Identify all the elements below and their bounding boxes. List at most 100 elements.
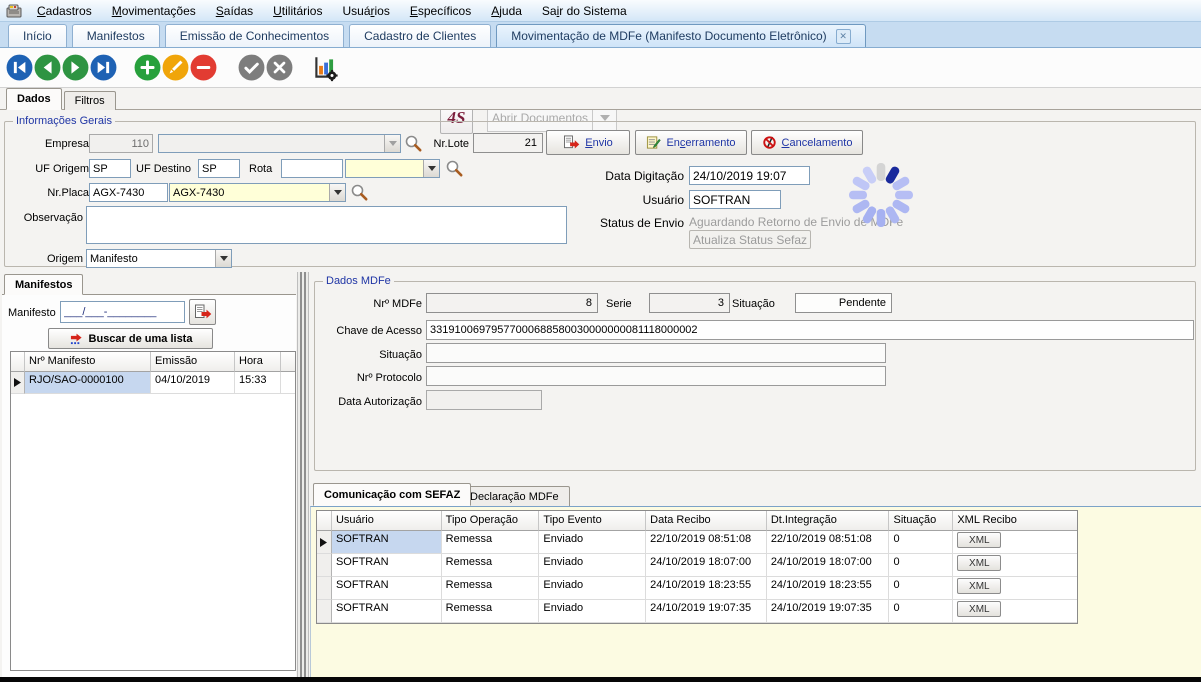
data-digitacao-field[interactable] (689, 166, 810, 185)
cell-tipo-operacao[interactable]: Remessa (442, 577, 540, 600)
first-record-button[interactable] (6, 54, 33, 81)
nr-placa-search-icon[interactable] (350, 183, 369, 202)
cell-nr-manifesto[interactable]: RJO/SAO-0000100 (25, 372, 151, 394)
menu-cadastros[interactable]: Cadastros (27, 0, 102, 21)
menu-especificos[interactable]: Específicos (400, 0, 481, 21)
add-button[interactable] (134, 54, 161, 81)
col-tipo-evento[interactable]: Tipo Evento (539, 511, 646, 531)
cell-tipo-evento[interactable]: Enviado (539, 577, 646, 600)
usuario-field[interactable] (689, 190, 781, 209)
cell-data-recibo[interactable]: 24/10/2019 18:23:55 (646, 577, 767, 600)
table-row[interactable]: SOFTRAN Remessa Enviado 22/10/2019 08:51… (317, 531, 1077, 554)
cell-situacao[interactable]: 0 (889, 577, 953, 600)
tab-inicio[interactable]: Início (8, 24, 67, 47)
situacao2-field[interactable] (426, 343, 886, 363)
menu-movimentacoes[interactable]: Movimentações (102, 0, 206, 21)
cell-emissao[interactable]: 04/10/2019 (151, 372, 235, 394)
empresa-search-icon[interactable] (404, 134, 423, 153)
cell-situacao[interactable]: 0 (889, 531, 953, 554)
nr-placa-combo-arrow[interactable] (329, 184, 345, 201)
origem-combo[interactable]: Manifesto (86, 249, 232, 268)
rota-search-icon[interactable] (445, 159, 464, 178)
col-emissao[interactable]: Emissão (151, 352, 235, 372)
xml-button[interactable]: XML (957, 532, 1001, 548)
col-data-recibo[interactable]: Data Recibo (646, 511, 767, 531)
col-usuario[interactable]: Usuário (332, 511, 442, 531)
cell-tipo-evento[interactable]: Enviado (539, 531, 646, 554)
menu-saidas[interactable]: Saídas (206, 0, 263, 21)
col-tipo-operacao[interactable]: Tipo Operação (442, 511, 540, 531)
edit-button[interactable] (162, 54, 189, 81)
cell-situacao[interactable]: 0 (889, 600, 953, 623)
cell-tipo-evento[interactable]: Enviado (539, 600, 646, 623)
confirm-button[interactable] (238, 54, 265, 81)
cancelamento-button[interactable]: Cancelamento (751, 130, 863, 155)
empresa-combo-arrow[interactable] (384, 135, 400, 152)
cell-situacao[interactable]: 0 (889, 554, 953, 577)
origem-combo-arrow[interactable] (215, 250, 231, 267)
col-nr-manifesto[interactable]: Nrº Manifesto (25, 352, 151, 372)
delete-button[interactable] (190, 54, 217, 81)
cell-usuario[interactable]: SOFTRAN (332, 600, 442, 623)
table-row[interactable]: SOFTRAN Remessa Enviado 24/10/2019 18:23… (317, 577, 1077, 600)
cell-usuario[interactable]: SOFTRAN (332, 577, 442, 600)
cell-dt-integracao[interactable]: 24/10/2019 19:07:35 (767, 600, 890, 623)
table-row[interactable]: SOFTRAN Remessa Enviado 24/10/2019 19:07… (317, 600, 1077, 623)
previous-record-button[interactable] (34, 54, 61, 81)
last-record-button[interactable] (90, 54, 117, 81)
menu-sair-do-sistema[interactable]: Sair do Sistema (532, 0, 637, 21)
col-dt-integracao[interactable]: Dt.Integração (767, 511, 890, 531)
observacao-field[interactable] (86, 206, 567, 244)
cell-dt-integracao[interactable]: 24/10/2019 18:07:00 (767, 554, 890, 577)
menu-usuarios[interactable]: Usuários (332, 0, 399, 21)
rota-combo[interactable] (345, 159, 440, 178)
col-hora[interactable]: Hora (235, 352, 281, 372)
cancel-button[interactable] (266, 54, 293, 81)
cell-tipo-operacao[interactable]: Remessa (442, 531, 540, 554)
menu-ajuda[interactable]: Ajuda (481, 0, 532, 21)
vertical-splitter[interactable] (297, 272, 309, 677)
atualiza-status-sefaz-button[interactable]: Atualiza Status Sefaz (689, 230, 811, 249)
xml-button[interactable]: XML (957, 578, 1001, 594)
empresa-field[interactable] (89, 134, 153, 153)
cell-usuario[interactable]: SOFTRAN (332, 531, 442, 554)
tab-manifestos[interactable]: Manifestos (72, 24, 160, 47)
cell-dt-integracao[interactable]: 24/10/2019 18:23:55 (767, 577, 890, 600)
xml-button[interactable]: XML (957, 601, 1001, 617)
xml-button[interactable]: XML (957, 555, 1001, 571)
manifesto-mask-field[interactable] (60, 301, 185, 323)
nr-placa-field[interactable] (89, 183, 168, 202)
chart-settings-button[interactable] (310, 53, 340, 83)
envio-button[interactable]: Envio (546, 130, 630, 155)
uf-origem-field[interactable] (89, 159, 131, 178)
tab-filtros[interactable]: Filtros (64, 91, 116, 110)
uf-destino-field[interactable] (198, 159, 240, 178)
cell-tipo-evento[interactable]: Enviado (539, 554, 646, 577)
rota-combo-arrow[interactable] (423, 160, 439, 177)
manifesto-send-button[interactable] (189, 299, 216, 325)
cell-hora[interactable]: 15:33 (235, 372, 281, 394)
nr-protocolo-field[interactable] (426, 366, 886, 386)
cell-dt-integracao[interactable]: 22/10/2019 08:51:08 (767, 531, 890, 554)
chave-acesso-field[interactable] (426, 320, 1194, 340)
tab-comunicacao-sefaz[interactable]: Comunicação com SEFAZ (313, 483, 471, 506)
cell-usuario[interactable]: SOFTRAN (332, 554, 442, 577)
cell-data-recibo[interactable]: 22/10/2019 08:51:08 (646, 531, 767, 554)
cell-data-recibo[interactable]: 24/10/2019 18:07:00 (646, 554, 767, 577)
cell-tipo-operacao[interactable]: Remessa (442, 554, 540, 577)
cell-tipo-operacao[interactable]: Remessa (442, 600, 540, 623)
tab-declaracao-mdfe[interactable]: Declaração MDFe (459, 486, 570, 506)
tab-manifestos-panel[interactable]: Manifestos (4, 274, 83, 295)
nr-placa-combo[interactable]: AGX-7430 (169, 183, 346, 202)
tab-movimentacao-mdfe[interactable]: Movimentação de MDFe (Manifesto Document… (496, 24, 865, 47)
col-situacao[interactable]: Situação (889, 511, 953, 531)
tab-dados[interactable]: Dados (6, 88, 62, 110)
rota-field[interactable] (281, 159, 343, 178)
col-xml-recibo[interactable]: XML Recibo (953, 511, 1077, 531)
buscar-lista-button[interactable]: Buscar de uma lista (48, 328, 213, 349)
encerramento-button[interactable]: Encerramento (635, 130, 747, 155)
data-autorizacao-field[interactable] (426, 390, 542, 410)
menu-utilitarios[interactable]: Utilitários (263, 0, 332, 21)
close-tab-icon[interactable]: ✕ (836, 29, 851, 44)
table-row[interactable]: SOFTRAN Remessa Enviado 24/10/2019 18:07… (317, 554, 1077, 577)
